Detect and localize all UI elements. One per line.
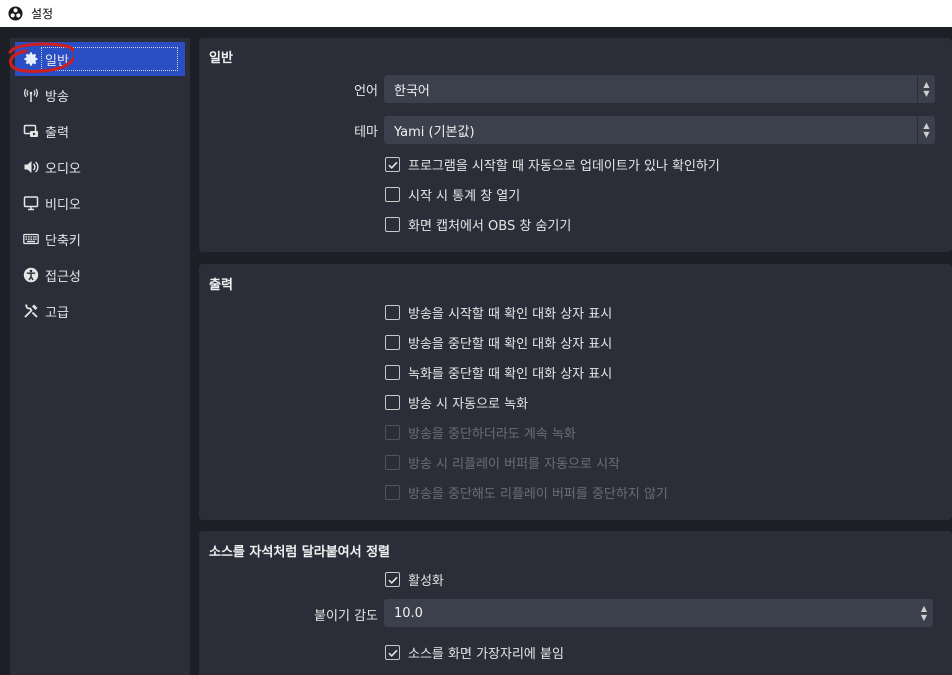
theme-dropdown[interactable]: Yami (기본값) ▲ ▼ <box>384 116 935 144</box>
sidebar-item-output[interactable]: 출력 <box>15 114 185 148</box>
checkbox-unchecked-icon <box>385 305 400 320</box>
checkbox-label: 프로그램을 시작할 때 자동으로 업데이트가 있나 확인하기 <box>408 159 720 174</box>
snap-sensitivity-spinbox[interactable]: 10.0 ▲ ▼ <box>384 599 933 627</box>
snap-to-screen-edges-checkbox[interactable]: 소스를 화면 가장자리에 붙임 <box>385 643 564 662</box>
broadcast-antenna-icon <box>23 87 39 103</box>
checkbox-label: 소스를 화면 가장자리에 붙임 <box>408 647 564 662</box>
open-stats-checkbox[interactable]: 시작 시 통계 창 열기 <box>385 185 520 204</box>
confirm-stop-record-checkbox[interactable]: 녹화를 중단할 때 확인 대화 상자 표시 <box>385 363 612 382</box>
keep-replay-buffer-checkbox: 방송을 중단해도 리플레이 버퍼를 중단하지 않기 <box>385 483 668 502</box>
checkbox-disabled-icon <box>385 425 400 440</box>
gear-icon <box>23 51 39 67</box>
checkbox-label: 방송 시 리플레이 버퍼를 자동으로 시작 <box>408 457 621 472</box>
checkbox-label: 녹화를 중단할 때 확인 대화 상자 표시 <box>408 367 613 382</box>
checkbox-label: 방송을 중단할 때 확인 대화 상자 표시 <box>408 337 613 352</box>
checkbox-unchecked-icon <box>385 365 400 380</box>
sidebar-item-label: 출력 <box>45 125 69 141</box>
snap-sensitivity-value: 10.0 <box>394 605 423 621</box>
checkbox-unchecked-icon <box>385 395 400 410</box>
confirm-start-stream-checkbox[interactable]: 방송을 시작할 때 확인 대화 상자 표시 <box>385 303 612 322</box>
snapping-group-title: 소스를 자석처럼 달라붙여서 정렬 <box>209 545 391 560</box>
checkbox-checked-icon <box>385 645 400 660</box>
speaker-icon <box>23 159 39 175</box>
hide-obs-capture-checkbox[interactable]: 화면 캡처에서 OBS 창 숨기기 <box>385 215 571 234</box>
sidebar-item-label: 단축키 <box>45 233 81 249</box>
snap-sensitivity-label: 붙이기 감도 <box>314 609 378 624</box>
theme-label: 테마 <box>354 125 378 140</box>
snapping-enable-checkbox[interactable]: 활성화 <box>385 570 444 589</box>
accessibility-icon <box>23 267 39 283</box>
language-label: 언어 <box>354 84 378 99</box>
checkbox-unchecked-icon <box>385 335 400 350</box>
checkbox-checked-icon <box>385 572 400 587</box>
checkbox-unchecked-icon <box>385 187 400 202</box>
sidebar-item-label: 접근성 <box>45 269 81 285</box>
checkbox-disabled-icon <box>385 455 400 470</box>
sidebar-item-general[interactable]: 일반 <box>15 42 185 76</box>
checkbox-disabled-icon <box>385 485 400 500</box>
window-title: 설정 <box>31 7 54 21</box>
monitor-icon <box>23 195 39 211</box>
output-group-title: 출력 <box>209 278 233 293</box>
auto-record-checkbox[interactable]: 방송 시 자동으로 녹화 <box>385 393 528 412</box>
theme-value: Yami (기본값) <box>394 124 475 140</box>
output-icon <box>23 123 39 139</box>
checkbox-label: 방송을 중단해도 리플레이 버퍼를 중단하지 않기 <box>408 487 668 502</box>
sidebar-item-label: 고급 <box>45 305 69 321</box>
sidebar-item-label: 오디오 <box>45 161 81 177</box>
sidebar-item-audio[interactable]: 오디오 <box>15 150 185 184</box>
checkbox-label: 활성화 <box>408 574 444 589</box>
checkbox-unchecked-icon <box>385 217 400 232</box>
keyboard-icon <box>23 231 39 247</box>
language-dropdown[interactable]: 한국어 ▲ ▼ <box>384 75 935 103</box>
settings-sidebar: 일반 방송 출력 오디오 비디오 단축키 접근성 고급 <box>10 38 190 675</box>
checkbox-label: 방송을 시작할 때 확인 대화 상자 표시 <box>408 307 613 322</box>
language-value: 한국어 <box>394 83 430 99</box>
keep-recording-checkbox: 방송을 중단하더라도 계속 녹화 <box>385 423 576 442</box>
auto-replay-buffer-checkbox: 방송 시 리플레이 버퍼를 자동으로 시작 <box>385 453 620 472</box>
sidebar-item-hotkeys[interactable]: 단축키 <box>15 222 185 256</box>
obs-logo-icon <box>8 6 23 21</box>
sidebar-item-stream[interactable]: 방송 <box>15 78 185 112</box>
general-group-title: 일반 <box>209 51 233 66</box>
confirm-stop-stream-checkbox[interactable]: 방송을 중단할 때 확인 대화 상자 표시 <box>385 333 612 352</box>
checkbox-label: 방송을 중단하더라도 계속 녹화 <box>408 427 576 442</box>
update-check-checkbox[interactable]: 프로그램을 시작할 때 자동으로 업데이트가 있나 확인하기 <box>385 155 720 174</box>
sidebar-item-video[interactable]: 비디오 <box>15 186 185 220</box>
checkbox-label: 시작 시 통계 창 열기 <box>408 189 521 204</box>
checkbox-label: 화면 캡처에서 OBS 창 숨기기 <box>408 219 572 234</box>
sidebar-item-label: 비디오 <box>45 197 81 213</box>
spinbox-arrows-icon[interactable]: ▲ ▼ <box>915 599 933 627</box>
sidebar-item-accessibility[interactable]: 접근성 <box>15 258 185 292</box>
output-group: 출력 방송을 시작할 때 확인 대화 상자 표시 방송을 중단할 때 확인 대화… <box>199 264 952 520</box>
general-group: 일반 언어 한국어 ▲ ▼ 테마 Yami (기본값) ▲ ▼ 프로그램을 시작할 … <box>199 38 952 252</box>
checkbox-checked-icon <box>385 157 400 172</box>
focus-rectangle <box>41 47 178 71</box>
sidebar-item-advanced[interactable]: 고급 <box>15 294 185 328</box>
title-bar: 설정 <box>0 0 952 27</box>
sidebar-item-label: 방송 <box>45 89 69 105</box>
dropdown-arrows-icon: ▲ ▼ <box>917 75 935 103</box>
snapping-group: 소스를 자석처럼 달라붙여서 정렬 활성화 붙이기 감도 10.0 ▲ ▼ 소스를… <box>199 531 952 675</box>
tools-icon <box>23 303 39 319</box>
checkbox-label: 방송 시 자동으로 녹화 <box>408 397 529 412</box>
dropdown-arrows-icon: ▲ ▼ <box>917 116 935 144</box>
